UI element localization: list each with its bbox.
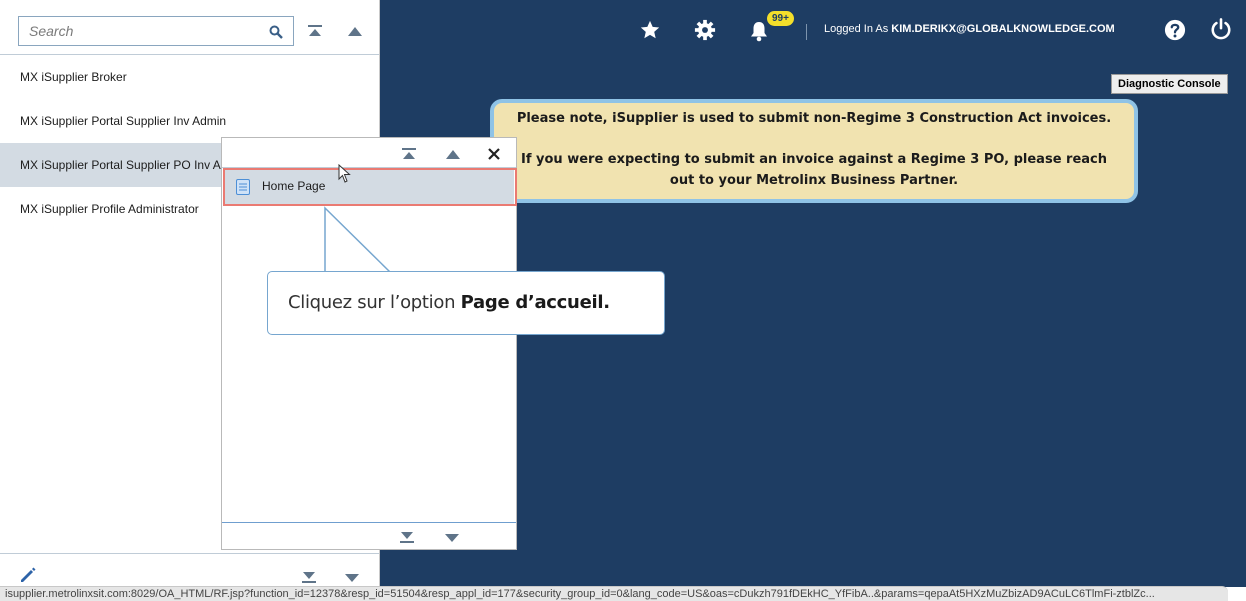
notice-banner: Please note, iSupplier is used to submit… bbox=[490, 99, 1138, 203]
popup-move-to-top-icon[interactable] bbox=[399, 146, 419, 162]
popup-bottom-divider bbox=[222, 522, 516, 523]
home-page-label: Home Page bbox=[262, 179, 326, 193]
instruction-callout: Cliquez sur l’option Page d’accueil. bbox=[267, 271, 665, 335]
search-input[interactable] bbox=[19, 17, 259, 45]
move-up-icon[interactable] bbox=[345, 24, 365, 40]
responsibility-item[interactable]: MX iSupplier Broker bbox=[0, 55, 379, 99]
search-icon[interactable] bbox=[268, 24, 284, 40]
search-box bbox=[18, 16, 294, 46]
header-divider bbox=[806, 24, 807, 40]
mouse-cursor-icon bbox=[338, 164, 351, 183]
logged-in-user: Logged In As KIM.DERIKX@GLOBALKNOWLEDGE.… bbox=[824, 23, 1115, 35]
home-page-item[interactable]: Home Page bbox=[223, 168, 517, 206]
move-to-top-icon[interactable] bbox=[305, 23, 325, 39]
popup-move-to-bottom-icon[interactable] bbox=[397, 529, 417, 545]
popup-move-down-icon[interactable] bbox=[442, 530, 462, 546]
favorites-popup: Home Page bbox=[221, 137, 517, 550]
callout-prefix: Cliquez sur l’option bbox=[288, 292, 461, 313]
pencil-icon[interactable] bbox=[20, 567, 36, 583]
callout-pointer bbox=[324, 206, 391, 273]
logout-power-icon[interactable] bbox=[1210, 18, 1232, 40]
popup-top-divider bbox=[222, 167, 516, 168]
notification-count-badge: 99+ bbox=[767, 11, 794, 26]
popup-move-up-icon[interactable] bbox=[443, 147, 463, 163]
callout-text: Cliquez sur l’option Page d’accueil. bbox=[288, 292, 610, 313]
settings-gear-icon[interactable] bbox=[694, 19, 716, 41]
page-icon bbox=[236, 179, 250, 195]
login-prefix: Logged In As bbox=[824, 23, 889, 35]
status-bar-overflow-text: ent bbox=[1229, 587, 1245, 599]
notice-line-1: Please note, iSupplier is used to submit… bbox=[516, 111, 1112, 126]
notifications-bell-icon[interactable] bbox=[749, 20, 769, 42]
help-icon[interactable] bbox=[1164, 19, 1186, 41]
browser-status-bar: isupplier.metrolinxsit.com:8029/OA_HTML/… bbox=[0, 586, 1228, 601]
navigator-bottom-divider bbox=[0, 553, 379, 554]
move-to-bottom-icon[interactable] bbox=[299, 569, 319, 585]
notice-line-2: If you were expecting to submit an invoi… bbox=[521, 152, 1107, 167]
user-name: KIM.DERIKX@GLOBALKNOWLEDGE.COM bbox=[891, 23, 1115, 35]
notice-line-3: out to your Metrolinx Business Partner. bbox=[669, 173, 959, 188]
move-down-icon[interactable] bbox=[342, 570, 362, 586]
callout-emphasis: Page d’accueil. bbox=[460, 292, 610, 313]
favorites-star-icon[interactable] bbox=[639, 19, 661, 41]
diagnostic-console-button[interactable]: Diagnostic Console bbox=[1111, 74, 1228, 94]
popup-close-icon[interactable] bbox=[484, 146, 504, 162]
